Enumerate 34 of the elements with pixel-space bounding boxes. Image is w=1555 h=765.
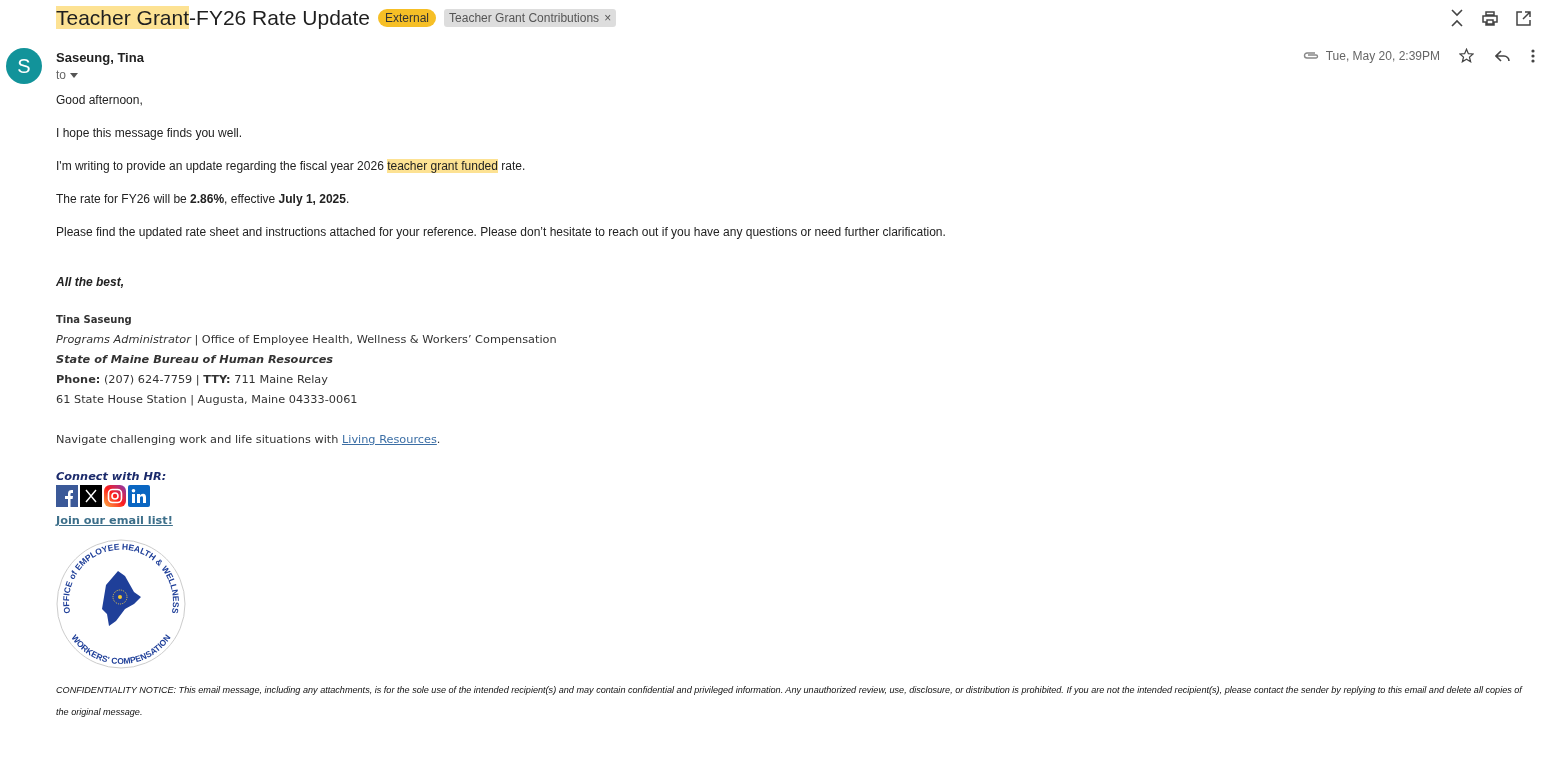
sender-avatar: S xyxy=(6,48,42,84)
external-badge: External xyxy=(378,9,437,27)
linkedin-icon[interactable] xyxy=(128,485,150,507)
resources-sentence: Navigate challenging work and life situations with Living Resources. xyxy=(56,432,442,448)
collapse-icon[interactable] xyxy=(1450,9,1464,27)
instagram-icon[interactable] xyxy=(104,485,126,507)
confidentiality-notice: CONFIDENTIALITY NOTICE: This email message, including any attachments, is for the sole use of the intended recipient(s) and may contain confidential and privileged information. Any unauthorized review, use, disclosure, or distribution is prohibited. If you are not the intended recipient(s), please contact the sender by replying to this email and delete all copies of the original message. xyxy=(56,684,1524,719)
label-chip[interactable]: Teacher Grant Contributions × xyxy=(444,9,617,27)
signature-organization: State of Maine Bureau of Human Resources xyxy=(56,352,335,368)
signature-address: 61 State House Station | Augusta, Maine 04333-0061 xyxy=(56,392,359,408)
email-list-link[interactable]: Join our email list! xyxy=(56,511,173,531)
caret-icon[interactable] xyxy=(70,72,78,78)
message-date: Tue, May 20, 2:39PM xyxy=(1325,48,1440,63)
facebook-icon[interactable] xyxy=(56,485,78,507)
body-paragraph: I'm writing to provide an update regarding the fiscal year 2026 teacher grant funded rate. xyxy=(56,159,527,173)
signature-title: Programs Administrator | Office of Employee Health, Wellness & Workers’ Compensation xyxy=(56,332,558,348)
reply-icon[interactable] xyxy=(1495,49,1510,62)
sender-name: Saseung, Tina xyxy=(56,50,144,65)
body-paragraph: The rate for FY26 will be 2.86%, effective July 1, 2025. xyxy=(56,192,351,206)
body-paragraph: Good afternoon, xyxy=(56,93,144,107)
signature-name: Tina Saseung xyxy=(56,313,133,327)
body-paragraph: Please find the updated rate sheet and instructions attached for your reference. Please don’t hesitate to reach out if you have any questions or need further clarification. xyxy=(56,225,947,239)
closing-line: All the best, xyxy=(56,275,125,289)
connect-heading: Connect with HR: xyxy=(56,469,168,485)
recipients-toggle[interactable]: to xyxy=(56,68,78,82)
living-resources-link[interactable]: Living Resources xyxy=(341,433,437,446)
more-options-icon[interactable] xyxy=(1531,48,1535,63)
print-icon[interactable] xyxy=(1482,10,1498,26)
open-in-new-window-icon[interactable] xyxy=(1516,10,1531,26)
body-paragraph: I hope this message finds you well. xyxy=(56,126,244,140)
email-subject: Teacher Grant-FY26 Rate Update xyxy=(56,6,370,30)
star-icon[interactable] xyxy=(1459,48,1474,63)
x-icon[interactable] xyxy=(80,485,102,507)
signature-phone: Phone: (207) 624-7759 | TTY: 711 Maine Relay xyxy=(56,372,329,388)
